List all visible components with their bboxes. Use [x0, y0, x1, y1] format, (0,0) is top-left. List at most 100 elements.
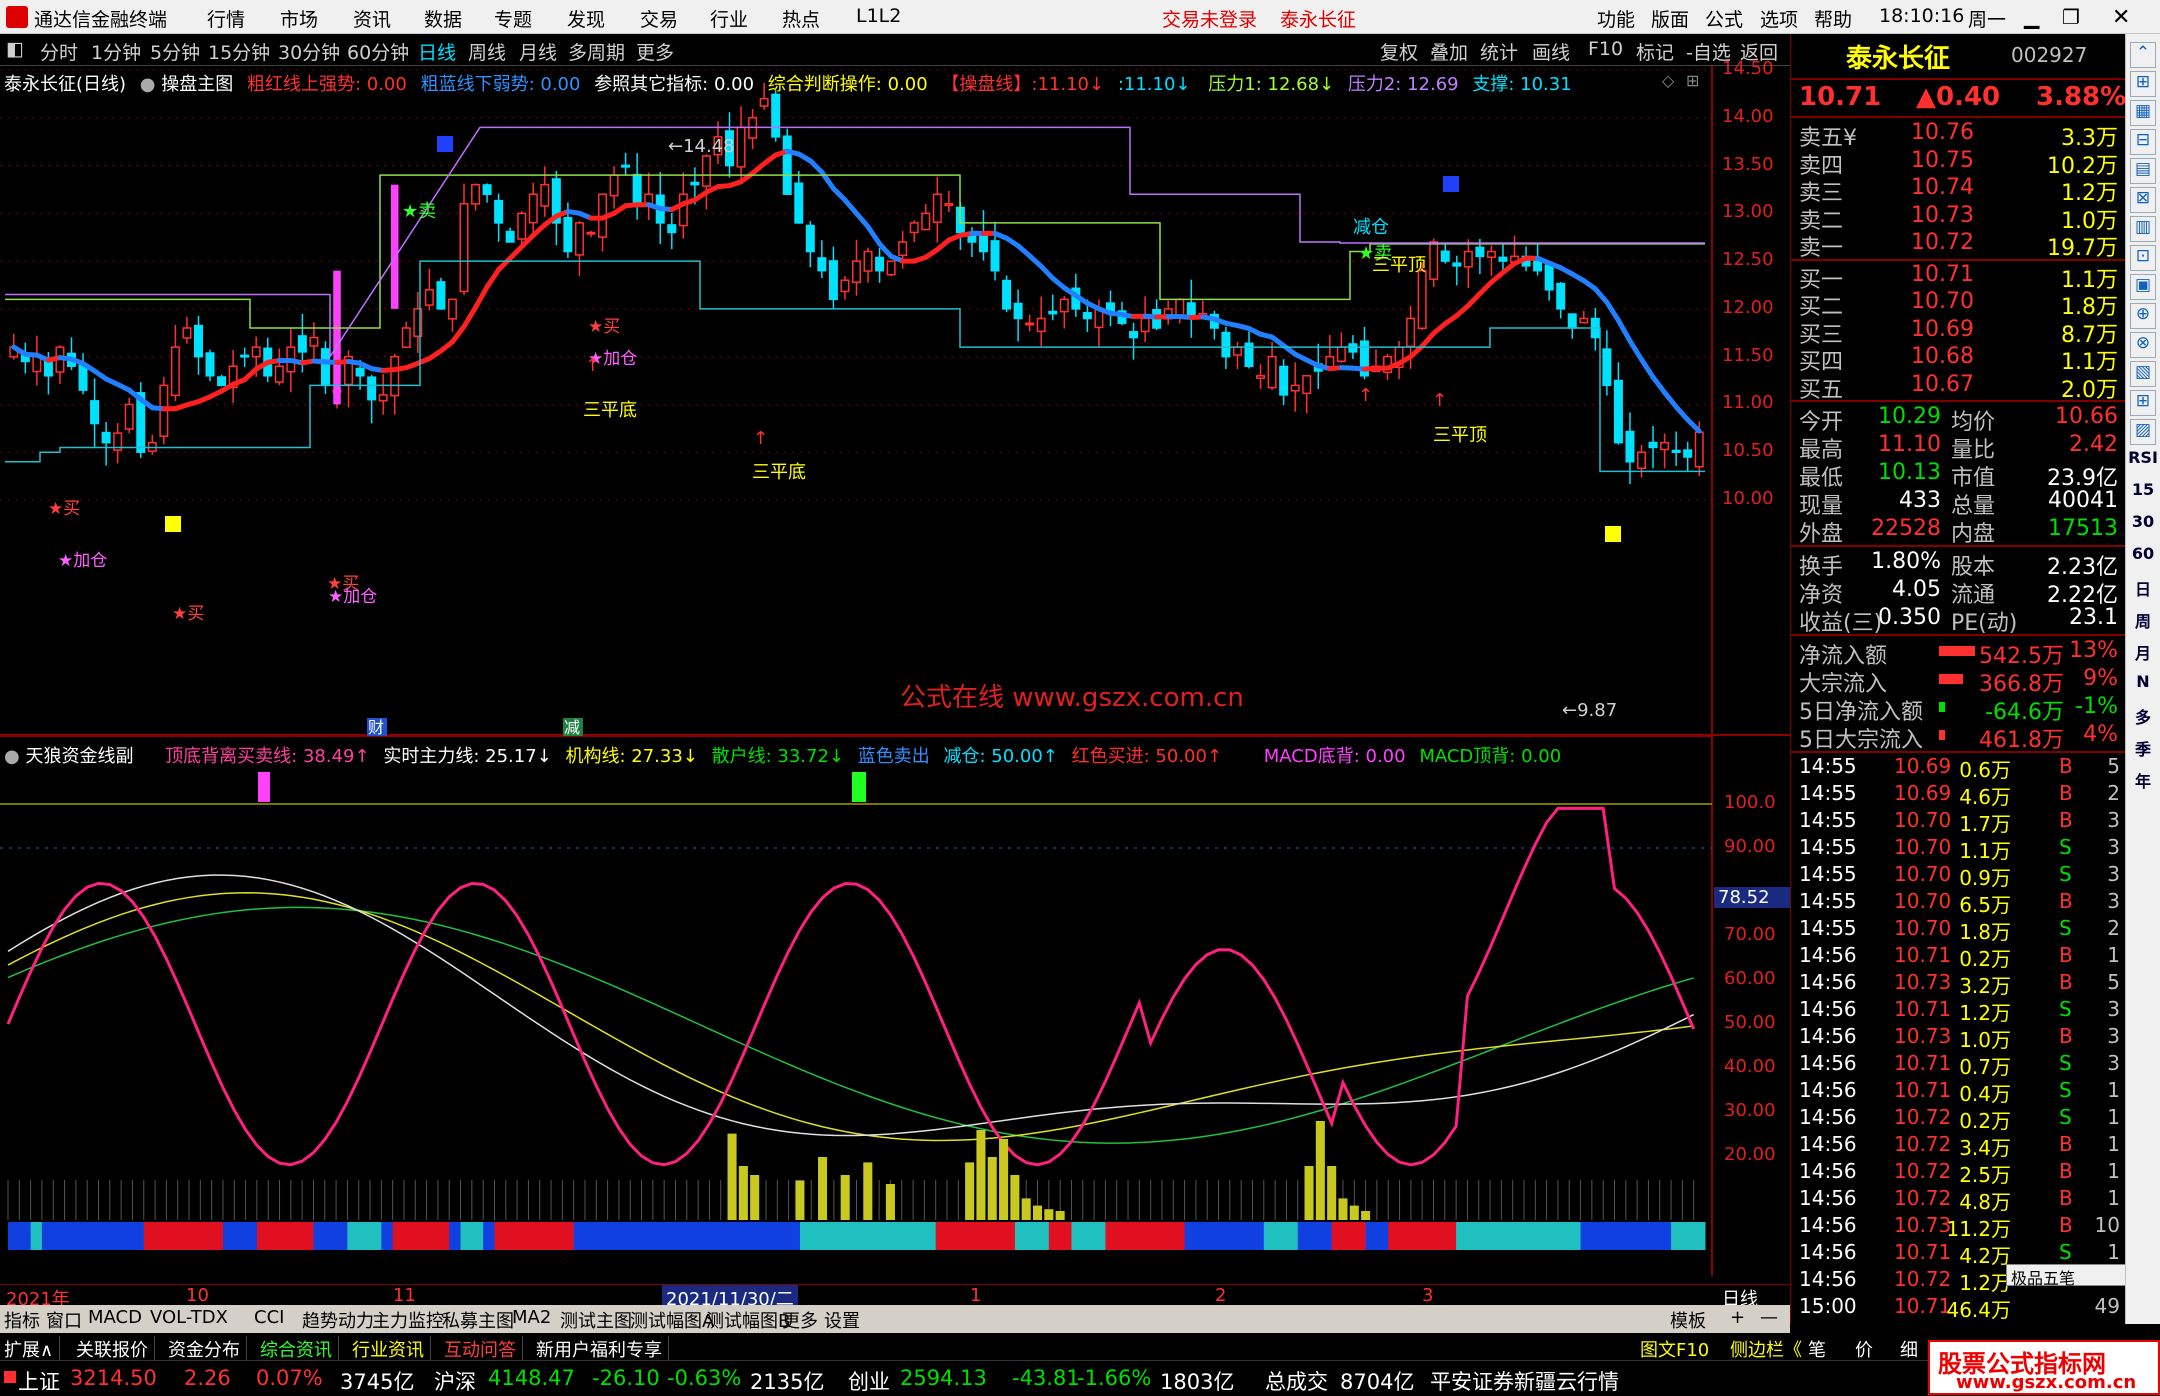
sidebar-tool-icon-4[interactable]: ▤ [2130, 158, 2156, 184]
tab-more[interactable]: 更多 [636, 38, 674, 65]
tab-30min[interactable]: 30分钟 [278, 38, 340, 65]
indicator-tab-10[interactable]: 测试幅图A [630, 1307, 714, 1333]
f10-link[interactable]: 图文F10 [1640, 1336, 1709, 1362]
ext-tab-5[interactable]: 互动问答 [444, 1336, 523, 1362]
ext-tab-3[interactable]: 综合资讯 [260, 1336, 339, 1362]
collapse-icon[interactable]: — [1760, 1307, 1778, 1328]
sidebar-tool-icon-0[interactable]: ⌃ [2130, 42, 2156, 68]
sidebar-tool-icon-13[interactable]: ▨ [2130, 419, 2156, 445]
sidebar-period-8[interactable]: 多 [2128, 704, 2158, 732]
sidebar-tool-icon-8[interactable]: ▣ [2130, 274, 2156, 300]
ext-tab-2[interactable]: 资金分布 [168, 1336, 247, 1362]
sidebar-toggle[interactable]: 侧边栏《 [1730, 1336, 1802, 1362]
tab-weekly[interactable]: 周线 [468, 38, 506, 65]
indicator-tab-13[interactable]: 设置 [824, 1307, 860, 1333]
indicator-tab-3[interactable]: VOL-TDX [150, 1307, 228, 1328]
ext-tab-1[interactable]: 关联报价 [76, 1336, 155, 1362]
indicator-tab-11[interactable]: 测试幅图B [706, 1307, 790, 1333]
sidebar-tool-icon-11[interactable]: ▧ [2130, 361, 2156, 387]
sidebar-tool-icon-6[interactable]: ▥ [2130, 216, 2156, 242]
ext-tab-6[interactable]: 新用户福利专享 [536, 1336, 669, 1362]
tab-60min[interactable]: 60分钟 [347, 38, 409, 65]
indicator-tab-2[interactable]: MACD [88, 1307, 142, 1328]
menu-redian[interactable]: 热点 [782, 5, 820, 32]
menu-bangzhu[interactable]: 帮助 [1814, 5, 1852, 32]
sidebar-tool-icon-9[interactable]: ⊕ [2130, 303, 2156, 329]
kline-canvas[interactable]: ←14.48←9.87公式在线 www.gszx.com.cn★卖减仓★卖三平顶… [0, 66, 1790, 736]
indicator-tab-0[interactable]: 指标 [4, 1307, 40, 1333]
tab-5min[interactable]: 5分钟 [150, 38, 200, 65]
ticks-tag[interactable]: 极品五笔 [2006, 1264, 2126, 1286]
tab-monthly[interactable]: 月线 [519, 38, 557, 65]
template-button[interactable]: 模板 [1670, 1307, 1706, 1333]
sidebar-tool-icon-10[interactable]: ⊗ [2130, 332, 2156, 358]
add-tab-icon[interactable]: + [1730, 1307, 1745, 1328]
sidebar-tool-icon-12[interactable]: ⊞ [2130, 390, 2156, 416]
sidebar-period-7[interactable]: N [2128, 672, 2158, 700]
login-notice[interactable]: 交易未登录 [1162, 5, 1257, 32]
indicator-tab-4[interactable]: CCI [254, 1307, 284, 1328]
indicator-tab-8[interactable]: MA2 [512, 1307, 551, 1328]
toolbar-right-biaoji[interactable]: 标记 [1636, 38, 1674, 65]
status-item-5[interactable]: 沪深 [434, 1366, 476, 1396]
menu-shichang[interactable]: 市场 [280, 5, 318, 32]
restore-icon[interactable]: ❐ [2062, 5, 2080, 29]
sidebar-period-0[interactable]: RSI [2128, 448, 2158, 476]
menu-hangqing[interactable]: 行情 [207, 5, 245, 32]
tab-daily[interactable]: 日线 [418, 38, 456, 65]
toolbar-right-diejia[interactable]: 叠加 [1430, 38, 1468, 65]
tab-multi[interactable]: 多周期 [568, 38, 625, 65]
toolbar-right-f10[interactable]: F10 [1588, 38, 1623, 60]
panel-tab-jia[interactable]: 价 [1855, 1336, 1873, 1362]
indicator-tab-1[interactable]: 窗口 [46, 1307, 82, 1333]
menu-zhuanti[interactable]: 专题 [494, 5, 532, 32]
ext-tab-0[interactable]: 扩展∧ [4, 1336, 60, 1362]
menu-l1l2[interactable]: L1L2 [856, 5, 901, 27]
indicator-tab-7[interactable]: 私募主图 [442, 1307, 514, 1333]
sidebar-period-3[interactable]: 60 [2128, 544, 2158, 572]
tab-15min[interactable]: 15分钟 [208, 38, 270, 65]
menu-zixun[interactable]: 资讯 [353, 5, 391, 32]
sidebar-period-2[interactable]: 30 [2128, 512, 2158, 540]
sidebar-tool-icon-3[interactable]: ⊟ [2130, 129, 2156, 155]
indicator-tab-12[interactable]: 更多 [782, 1307, 818, 1333]
quote-pct: 3.88% [2036, 82, 2126, 112]
panel-tab-bi[interactable]: 笔 [1808, 1336, 1826, 1362]
sidebar-period-10[interactable]: 年 [2128, 768, 2158, 796]
menu-faxian[interactable]: 发现 [567, 5, 605, 32]
ext-tab-4[interactable]: 行业资讯 [352, 1336, 431, 1362]
status-item-0[interactable]: 上证 [18, 1366, 60, 1396]
menu-gongneng[interactable]: 功能 [1597, 5, 1635, 32]
toolbar-right-huaxian[interactable]: 画线 [1532, 38, 1570, 65]
main-kline-chart[interactable]: 泰永长征(日线) ● 操盘主图 粗红线上强势: 0.00 粗蓝线下弱势: 0.0… [0, 66, 1790, 736]
minimize-icon[interactable]: ▁ [2024, 5, 2039, 29]
status-item-10[interactable]: 创业 [848, 1366, 890, 1396]
menu-shuju[interactable]: 数据 [424, 5, 462, 32]
sidebar-tool-icon-7[interactable]: ⊡ [2130, 245, 2156, 271]
menu-jiaoyi[interactable]: 交易 [640, 5, 678, 32]
indicator-tab-5[interactable]: 趋势动力 [302, 1307, 374, 1333]
indicator-tab-9[interactable]: 测试主图 [560, 1307, 632, 1333]
menu-gongshi[interactable]: 公式 [1705, 5, 1743, 32]
indicator-canvas[interactable] [0, 736, 1790, 1276]
close-icon[interactable]: ✕ [2112, 5, 2130, 30]
sidebar-tool-icon-5[interactable]: ⊠ [2130, 187, 2156, 213]
tab-fenshi[interactable]: 分时 [40, 38, 78, 65]
sidebar-tool-icon-2[interactable]: ▦ [2130, 100, 2156, 126]
sidebar-tool-icon-1[interactable]: ⊞ [2130, 71, 2156, 97]
toolbar-right-fuquan[interactable]: 复权 [1380, 38, 1418, 65]
menu-hangye[interactable]: 行业 [710, 5, 748, 32]
sidebar-period-9[interactable]: 季 [2128, 736, 2158, 764]
sidebar-period-5[interactable]: 周 [2128, 608, 2158, 636]
toolbar-right-tongji[interactable]: 统计 [1480, 38, 1518, 65]
sidebar-period-1[interactable]: 15 [2128, 480, 2158, 508]
sidebar-period-4[interactable]: 日 [2128, 576, 2158, 604]
menu-xuanxiang[interactable]: 选项 [1760, 5, 1798, 32]
tab-1min[interactable]: 1分钟 [91, 38, 141, 65]
indicator-tab-6[interactable]: 主力监控 [372, 1307, 444, 1333]
sub-indicator-chart[interactable]: ● 天狼资金线副 顶底背离买卖线: 38.49↑ 实时主力线: 25.17↓ 机… [0, 736, 1790, 1276]
toolbar-expand-icon[interactable]: ◧ [6, 38, 24, 60]
sidebar-period-6[interactable]: 月 [2128, 640, 2158, 668]
panel-tab-xi[interactable]: 细 [1900, 1336, 1918, 1362]
menu-banmian[interactable]: 版面 [1651, 5, 1689, 32]
